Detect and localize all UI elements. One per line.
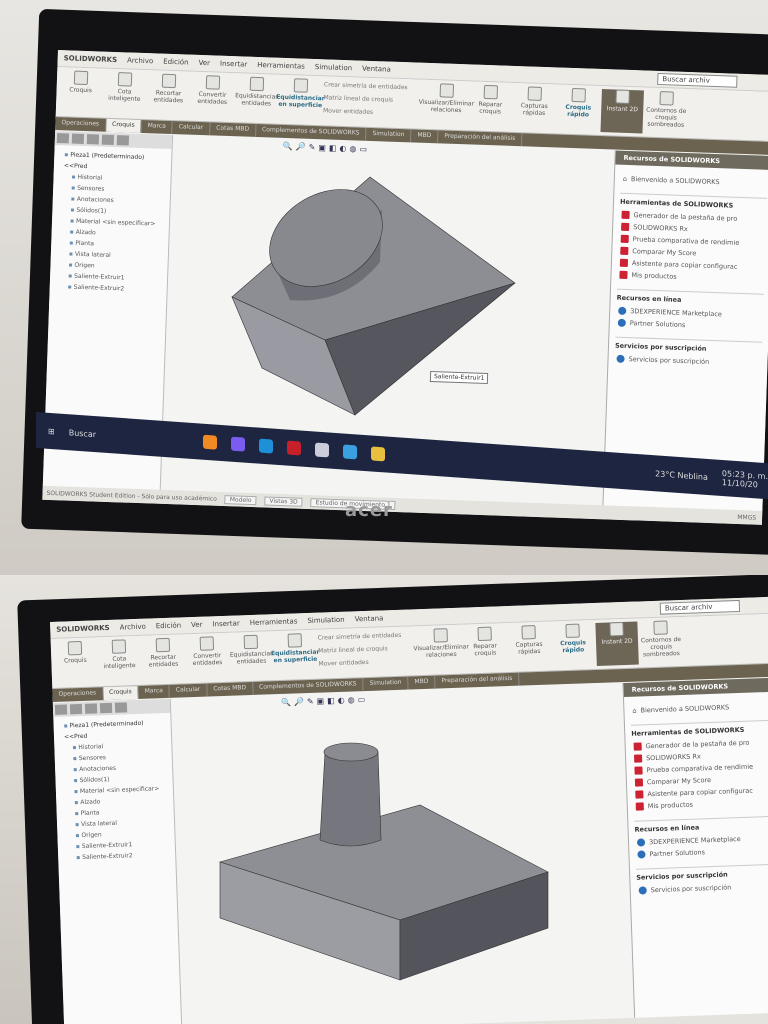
start-icon[interactable]: ⊞ (48, 426, 55, 435)
photo-top: SOLIDWORKS Archivo Edición Ver Insertar Herra… (0, 0, 768, 575)
clock[interactable]: 05:23 p. m. 11/10/20 (722, 469, 768, 490)
weather[interactable]: 23°C Neblina (655, 469, 708, 482)
app-icon[interactable] (342, 444, 357, 460)
app-icon[interactable] (314, 442, 329, 458)
photo-bottom: SOLIDWORKS Archivo Edición Ver Insertar Herra… (0, 575, 768, 1024)
explorer-icon[interactable] (370, 446, 385, 462)
model-3d[interactable] (0, 575, 768, 1024)
edge-icon[interactable] (258, 438, 273, 454)
date: 11/10/20 (721, 477, 758, 490)
solidworks-taskbar-icon[interactable] (286, 440, 301, 456)
taskbar-search[interactable]: Buscar (69, 428, 189, 445)
copilot-icon[interactable] (230, 436, 245, 452)
pumpkin-icon (202, 434, 217, 450)
feature-tooltip: Saliente-Extruir1 (429, 370, 489, 385)
